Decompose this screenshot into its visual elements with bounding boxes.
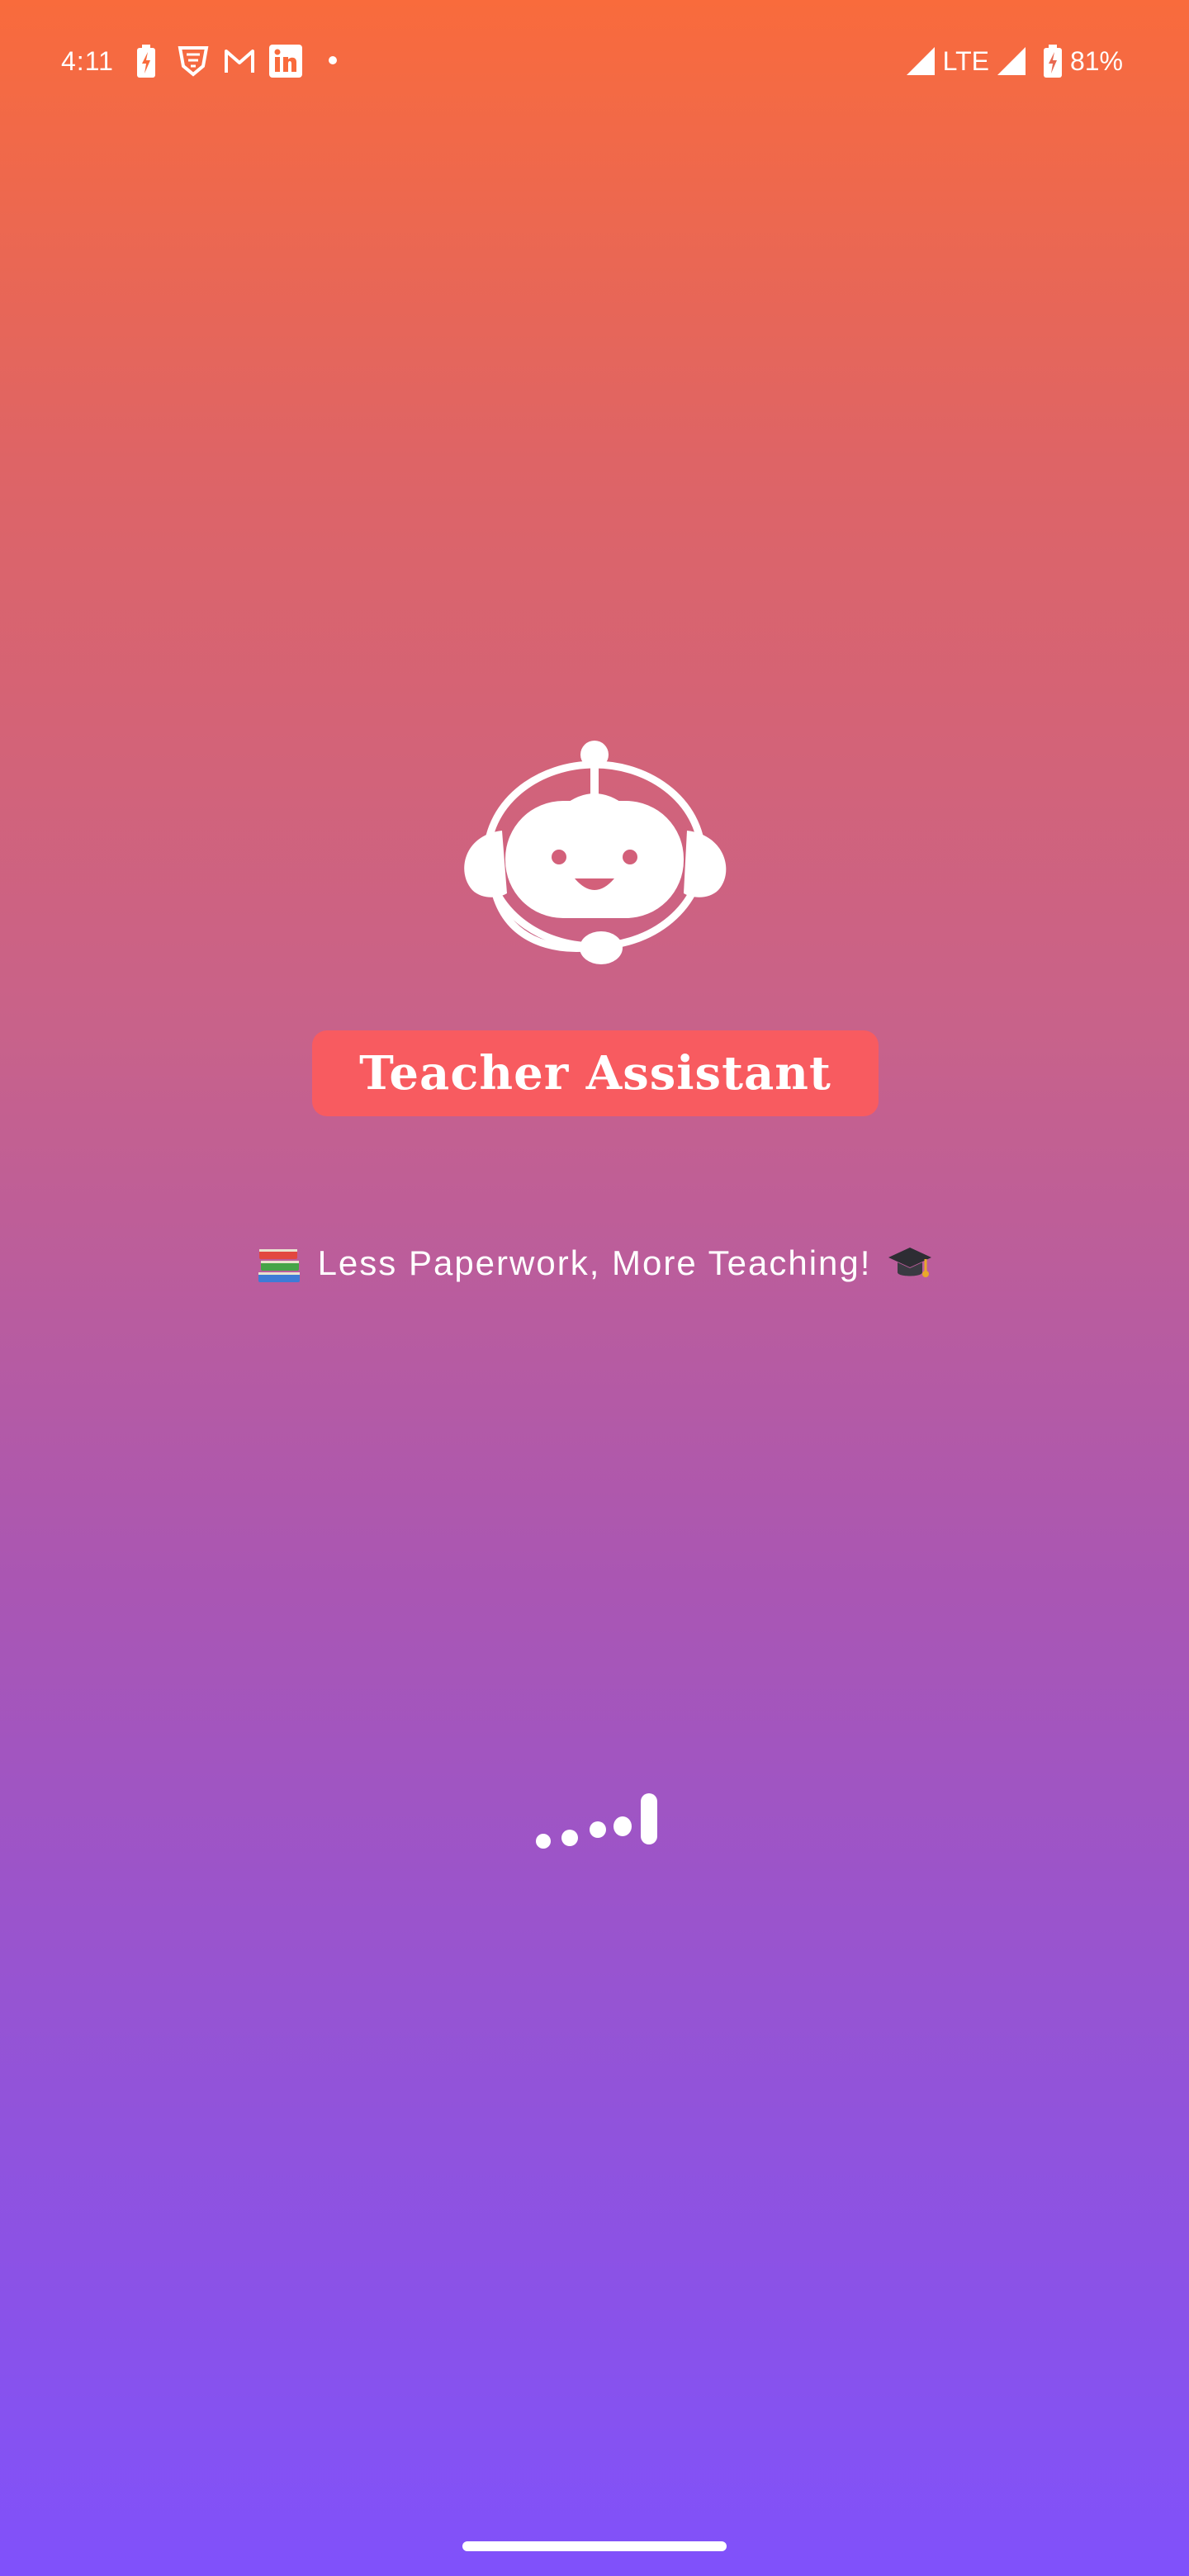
books-icon [258, 1249, 300, 1282]
signal-icon [906, 47, 935, 75]
signal-icon [997, 47, 1026, 75]
home-indicator[interactable] [462, 2541, 727, 2551]
gmail-icon [225, 50, 254, 73]
status-bar: 4:11 LTE 81% [0, 0, 1189, 124]
linkedin-icon [269, 45, 302, 78]
notification-dot-icon [329, 56, 337, 64]
vpn-shield-icon [178, 46, 209, 77]
tagline-text: Less Paperwork, More Teaching! [317, 1243, 872, 1282]
app-title-badge: Teacher Assistant [312, 1030, 879, 1116]
app-title: Teacher Assistant [359, 1046, 831, 1101]
status-time: 4:11 [61, 46, 114, 76]
battery-percent: 81% [1069, 45, 1123, 76]
robot-headset-icon [464, 741, 727, 964]
graduation-cap-icon [888, 1248, 932, 1277]
dots-loading-icon [536, 1793, 657, 1849]
battery-saver-icon [137, 45, 155, 78]
status-right-group: LTE 81% [906, 41, 1123, 81]
tagline: Less Paperwork, More Teaching! [0, 1238, 1189, 1288]
network-type: LTE [942, 45, 989, 76]
battery-icon [1043, 45, 1062, 78]
